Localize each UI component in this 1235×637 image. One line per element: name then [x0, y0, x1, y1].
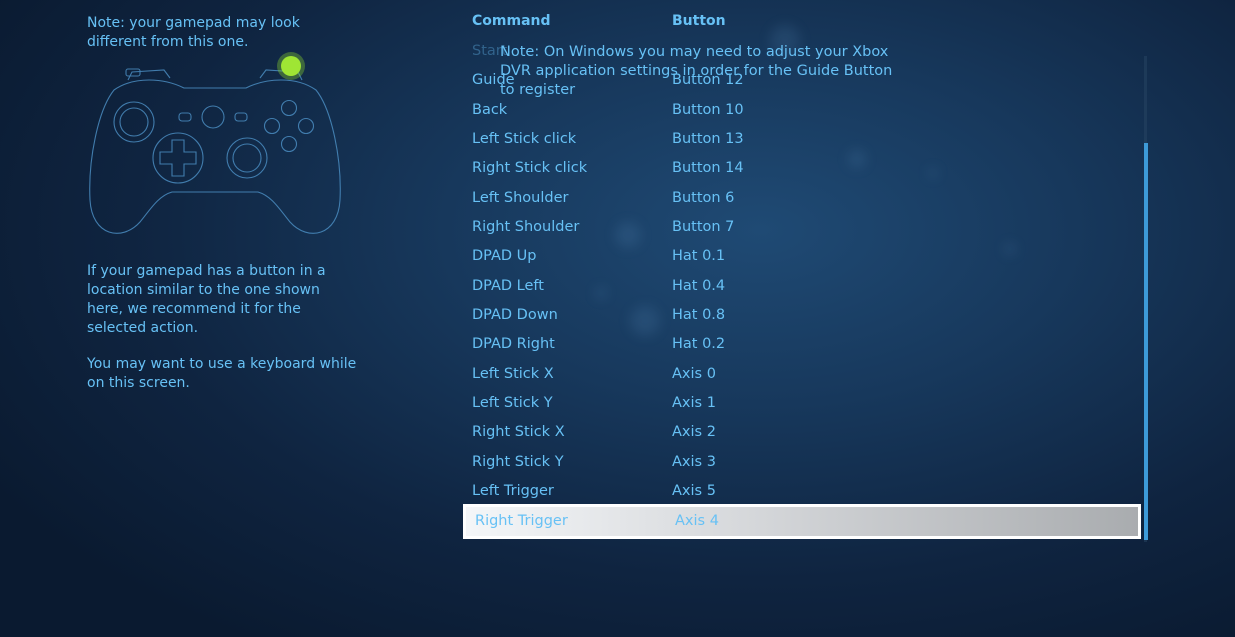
binding-row[interactable]: Left Trigger Axis 5 [466, 477, 1138, 506]
command-label: Left Stick click [472, 131, 577, 148]
button-value: Button 10 [672, 101, 744, 118]
command-label: DPAD Down [472, 307, 558, 324]
gamepad-icon [84, 50, 346, 242]
command-label: Right Stick X [472, 424, 565, 441]
binding-row[interactable]: Right Stick X Axis 2 [466, 418, 1138, 447]
binding-row[interactable]: DPAD Left Hat 0.4 [466, 272, 1138, 301]
guide-button-tooltip: Note: On Windows you may need to adjust … [500, 44, 893, 98]
button-value: Axis 4 [675, 512, 719, 529]
keyboard-hint: You may want to use a keyboard while on … [87, 356, 357, 391]
button-value: Axis 1 [672, 395, 716, 412]
binding-row[interactable]: DPAD Right Hat 0.2 [466, 330, 1138, 359]
button-value: Hat 0.8 [672, 307, 726, 324]
button-value: Button 13 [672, 131, 744, 148]
button-value: Axis 5 [672, 483, 716, 500]
binding-row[interactable]: Right Shoulder Button 7 [466, 213, 1138, 242]
button-value: Hat 0.2 [672, 336, 726, 353]
binding-list: Start Guide Button 12 Back Button 10 Lef… [466, 37, 1138, 536]
button-value: Hat 0.1 [672, 248, 726, 265]
button-value: Axis 2 [672, 424, 716, 441]
command-label: Left Stick Y [472, 395, 553, 412]
binding-row[interactable]: DPAD Down Hat 0.8 [466, 301, 1138, 330]
left-panel: Note: your gamepad may look different fr… [87, 14, 387, 52]
binding-row[interactable]: Left Stick X Axis 0 [466, 360, 1138, 389]
button-column-header: Button [672, 13, 726, 29]
button-value: Button 14 [672, 160, 744, 177]
command-label: DPAD Up [472, 248, 537, 265]
command-label: Left Trigger [472, 483, 554, 500]
button-value: Button 6 [672, 189, 735, 206]
binding-row-selected[interactable]: Right Trigger Axis 4 [466, 506, 1138, 536]
command-label: Right Shoulder [472, 219, 580, 236]
command-label: Left Stick X [472, 365, 554, 382]
binding-row[interactable]: Right Stick click Button 14 [466, 154, 1138, 183]
binding-row[interactable]: Left Stick Y Axis 1 [466, 389, 1138, 418]
command-label: Back [472, 101, 508, 118]
button-value: Hat 0.4 [672, 277, 726, 294]
command-label: DPAD Left [472, 277, 544, 294]
command-column-header: Command [472, 13, 551, 29]
button-value: Axis 3 [672, 453, 716, 470]
binding-row[interactable]: Right Stick Y Axis 3 [466, 448, 1138, 477]
command-label: Left Shoulder [472, 189, 569, 206]
button-value: Axis 0 [672, 365, 716, 382]
command-label: Right Trigger [475, 512, 568, 529]
scrollbar-thumb[interactable] [1144, 143, 1148, 540]
binding-row[interactable]: Back Button 10 [466, 96, 1138, 125]
recommendation-hint: If your gamepad has a button in a locati… [87, 263, 326, 336]
binding-row[interactable]: Left Stick click Button 13 [466, 125, 1138, 154]
button-value: Button 7 [672, 219, 735, 236]
command-label: Right Stick Y [472, 453, 564, 470]
command-label: DPAD Right [472, 336, 555, 353]
gamepad-note: Note: your gamepad may look different fr… [87, 15, 300, 50]
binding-row[interactable]: DPAD Up Hat 0.1 [466, 242, 1138, 271]
command-label: Right Stick click [472, 160, 588, 177]
binding-row[interactable]: Left Shoulder Button 6 [466, 184, 1138, 213]
